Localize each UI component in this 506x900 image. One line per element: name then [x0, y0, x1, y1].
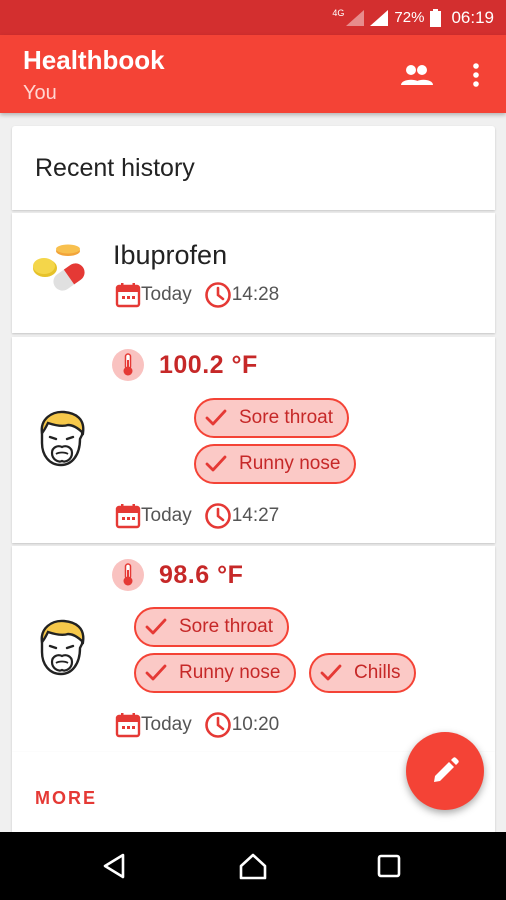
symptom-label: Runny nose [239, 453, 341, 474]
back-icon[interactable] [94, 846, 134, 886]
calendar-icon [115, 504, 141, 529]
symptom-chip[interactable]: Sore throat [194, 398, 349, 438]
clock: 06:19 [451, 7, 494, 27]
add-entry-fab[interactable] [406, 732, 484, 810]
temperature-value: 98.6 °F [159, 560, 244, 589]
entry-meta: Today 10:20 [115, 711, 279, 739]
entry-meta: Today 14:28 [115, 281, 279, 309]
recent-history-header: Recent history [12, 126, 495, 210]
more-vert-icon[interactable] [456, 55, 496, 95]
battery-percent: 72% [394, 9, 425, 26]
thermometer-icon [112, 349, 144, 381]
history-entry-symptoms[interactable]: 98.6 °F Sore throat Runny nose Chills To… [12, 546, 495, 752]
symptom-chip[interactable]: Runny nose [134, 653, 297, 693]
temperature-value: 100.2 °F [159, 350, 258, 379]
symptom-label: Sore throat [239, 407, 333, 428]
system-nav-bar [0, 832, 506, 900]
check-icon [320, 664, 342, 681]
status-bar: 4G 72% 06:19 [0, 0, 506, 35]
entry-meta: Today 14:27 [115, 502, 279, 530]
signal-icon [370, 9, 389, 26]
more-button[interactable]: MORE [35, 788, 97, 809]
history-entry-medication[interactable]: Ibuprofen Today 14:28 [12, 213, 495, 333]
entry-date: Today [141, 714, 192, 735]
entry-time: 14:28 [231, 284, 280, 305]
check-icon [145, 618, 167, 635]
recents-icon[interactable] [369, 846, 409, 886]
symptom-chip[interactable]: Sore throat [134, 607, 289, 647]
home-icon[interactable] [233, 846, 273, 886]
signal-weak-icon [346, 9, 365, 26]
network-label: 4G [332, 7, 345, 18]
battery-icon [430, 8, 442, 27]
medication-name: Ibuprofen [113, 240, 228, 270]
pencil-icon [434, 757, 459, 782]
temperature-row: 98.6 °F [111, 558, 243, 592]
entry-time: 10:20 [231, 714, 280, 735]
sick-face-icon [40, 619, 85, 676]
temperature-row: 100.2 °F [111, 348, 258, 382]
check-icon [205, 409, 227, 426]
symptom-label: Sore throat [179, 616, 273, 637]
calendar-icon [115, 713, 141, 738]
entry-date: Today [141, 505, 192, 526]
app-subtitle: You [23, 82, 57, 104]
symptom-chip[interactable]: Runny nose [194, 444, 357, 484]
symptom-label: Chills [354, 662, 401, 683]
check-icon [205, 455, 227, 472]
pills-icon [33, 244, 85, 291]
clock-icon [204, 282, 231, 308]
clock-icon [204, 503, 231, 529]
app-title: Healthbook [23, 45, 165, 75]
section-title: Recent history [35, 154, 195, 182]
entry-date: Today [141, 284, 192, 305]
symptom-label: Runny nose [179, 662, 281, 683]
people-icon[interactable] [397, 55, 437, 95]
thermometer-icon [112, 559, 144, 591]
check-icon [145, 664, 167, 681]
history-entry-symptoms[interactable]: 100.2 °F Sore throat Runny nose Today 14… [12, 337, 495, 543]
sick-face-icon [40, 410, 85, 467]
symptom-chip[interactable]: Chills [309, 653, 417, 693]
calendar-icon [115, 283, 141, 308]
app-bar: Healthbook You [0, 35, 506, 113]
clock-icon [204, 712, 231, 738]
entry-time: 14:27 [231, 505, 280, 526]
